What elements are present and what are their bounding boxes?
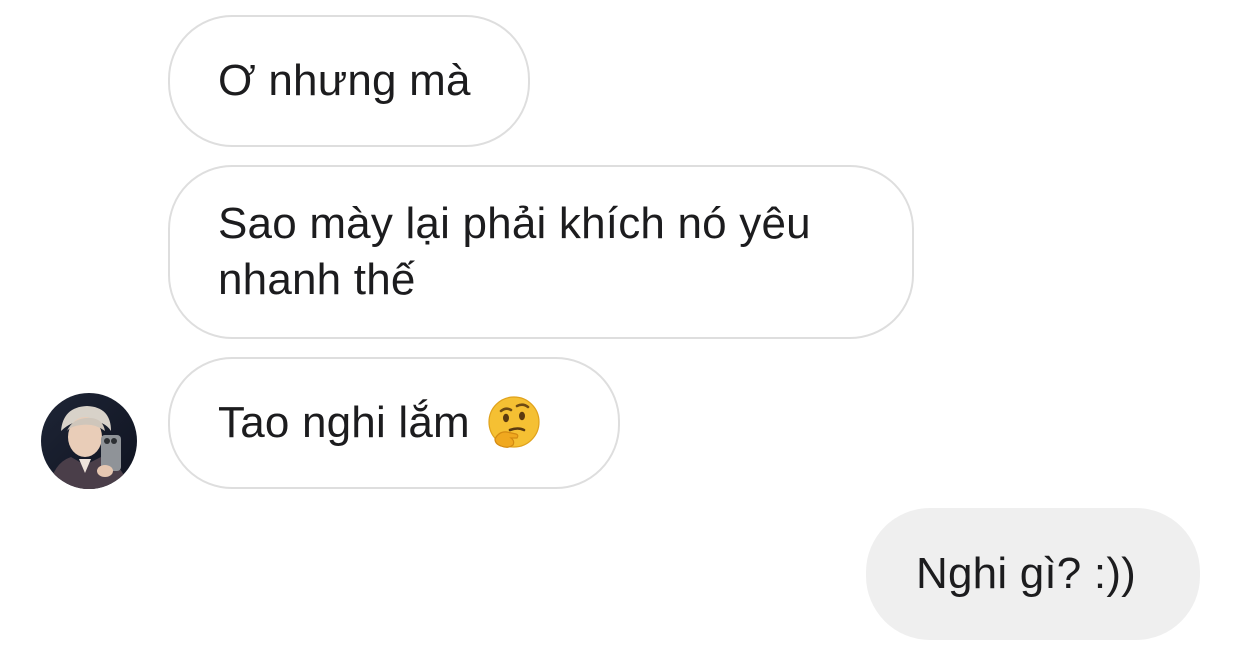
message-text: Nghi gì? :)): [916, 549, 1137, 598]
message-bubble-outgoing[interactable]: Nghi gì? :)): [866, 508, 1200, 640]
message-text: Sao mày lại phải khích nó yêu nhanh thế: [218, 199, 811, 304]
thinking-face-icon: [488, 396, 540, 448]
message-bubble-incoming[interactable]: Tao nghi lắm: [168, 357, 620, 489]
avatar-image: [41, 393, 137, 489]
message-bubble-incoming[interactable]: Sao mày lại phải khích nó yêu nhanh thế: [168, 165, 914, 339]
message-text: Tao nghi lắm: [218, 398, 470, 447]
message-text: Ơ nhưng mà: [218, 56, 471, 105]
message-bubble-incoming[interactable]: Ơ nhưng mà: [168, 15, 530, 147]
avatar[interactable]: [41, 393, 137, 489]
